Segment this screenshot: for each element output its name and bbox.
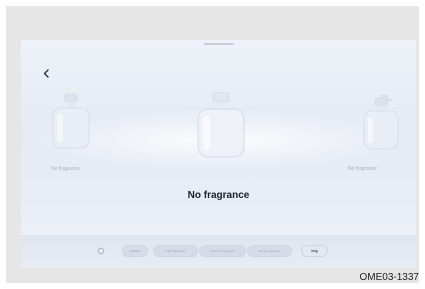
drag-handle[interactable] xyxy=(204,43,234,45)
fragrance-controls: Disable Light fragrance Delicate fragran… xyxy=(94,245,328,257)
power-icon xyxy=(97,247,105,256)
fragrance-bottle-right[interactable] xyxy=(361,94,401,152)
strong-fragrance-button[interactable]: Strong fragrance xyxy=(247,245,292,257)
bottle-center-icon xyxy=(197,92,245,158)
delicate-fragrance-button[interactable]: Delicate fragrance xyxy=(199,245,246,257)
light-fragrance-button[interactable]: Light fragrance xyxy=(153,245,198,257)
back-chevron-icon xyxy=(43,65,49,83)
back-button[interactable] xyxy=(39,66,53,82)
more-button[interactable]: Img xyxy=(301,245,328,257)
fragrance-screen: No fragrance No fragrance No fragrance D… xyxy=(21,40,416,268)
right-bottle-label: No fragrance xyxy=(348,166,377,172)
fragrance-bottle-center[interactable] xyxy=(195,92,247,160)
disable-button[interactable]: Disable xyxy=(122,245,148,257)
current-fragrance-label: No fragrance xyxy=(187,190,250,201)
figure-frame: No fragrance No fragrance No fragrance D… xyxy=(6,6,419,283)
bottle-right-icon xyxy=(363,95,399,150)
power-button[interactable] xyxy=(94,245,108,257)
fragrance-control-bar: Disable Light fragrance Delicate fragran… xyxy=(21,235,416,268)
figure-code: OME03-1337 xyxy=(359,272,419,283)
fragrance-bottle-left[interactable] xyxy=(49,92,93,152)
left-bottle-label: No fragrance xyxy=(51,166,80,172)
bottle-left-icon xyxy=(52,93,90,149)
